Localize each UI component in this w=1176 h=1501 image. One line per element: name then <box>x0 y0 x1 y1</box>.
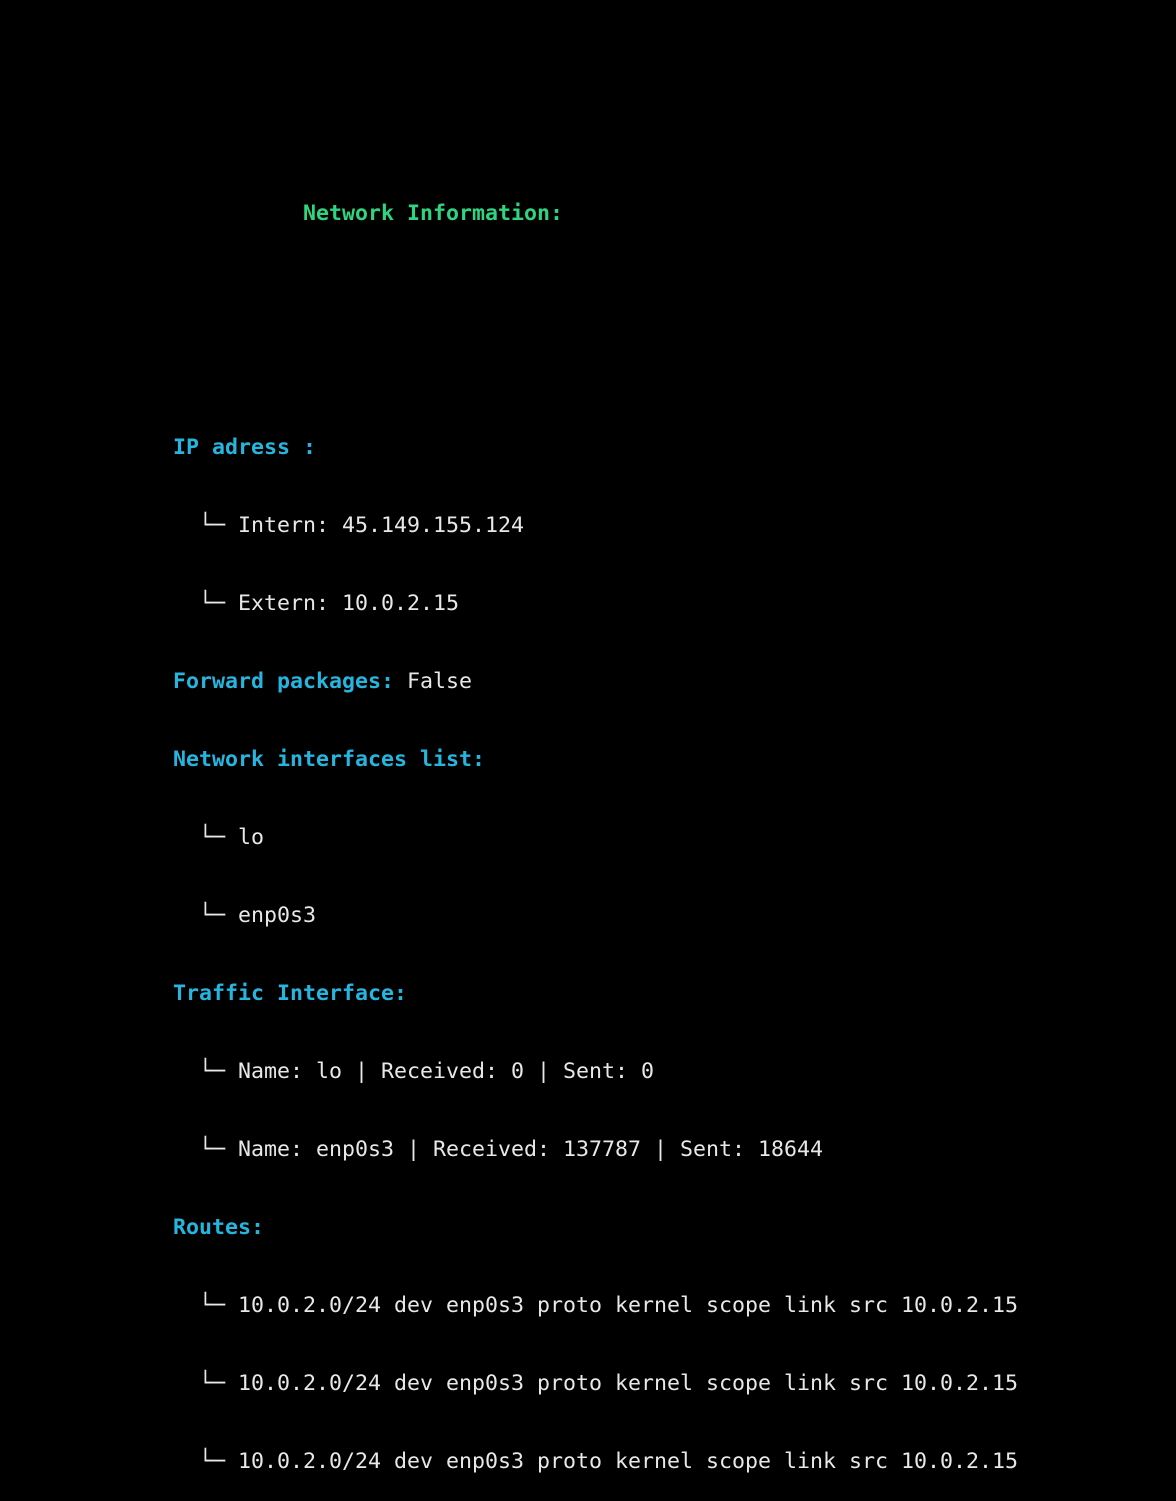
ip-extern: Extern: 10.0.2.15 <box>238 591 460 616</box>
forward-value: False <box>407 669 473 694</box>
tree-branch-icon: └─ <box>173 1293 239 1318</box>
tree-item: └─ lo <box>173 825 1018 851</box>
network-info-title: Network Information: <box>303 201 564 226</box>
route-item: 10.0.2.0/24 dev enp0s3 proto kernel scop… <box>238 1449 1019 1474</box>
tree-item: └─ 10.0.2.0/24 dev enp0s3 proto kernel s… <box>173 1371 1018 1397</box>
tree-branch-icon: └─ <box>173 825 239 850</box>
interface-item: lo <box>238 825 265 850</box>
ip-address-label: IP adress : <box>173 435 317 460</box>
tree-item: └─ Name: enp0s3 | Received: 137787 | Sen… <box>173 1137 1018 1163</box>
route-item: 10.0.2.0/24 dev enp0s3 proto kernel scop… <box>238 1371 1019 1396</box>
tree-item: └─ Name: lo | Received: 0 | Sent: 0 <box>173 1059 1018 1085</box>
tree-branch-icon: └─ <box>173 513 239 538</box>
routes-label: Routes: <box>173 1215 265 1240</box>
tree-item: └─ enp0s3 <box>173 903 1018 929</box>
forward-line: Forward packages: False <box>173 669 1018 695</box>
tree-branch-icon: └─ <box>173 591 239 616</box>
tree-item: └─ 10.0.2.0/24 dev enp0s3 proto kernel s… <box>173 1293 1018 1319</box>
route-item: 10.0.2.0/24 dev enp0s3 proto kernel scop… <box>238 1293 1019 1318</box>
tree-item: └─ Intern: 45.149.155.124 <box>173 513 1018 539</box>
tree-branch-icon: └─ <box>173 1371 239 1396</box>
ip-intern: Intern: 45.149.155.124 <box>238 513 525 538</box>
title-line: Network Information: <box>173 201 1018 227</box>
interface-item: enp0s3 <box>238 903 317 928</box>
traffic-label: Traffic Interface: <box>173 981 408 1006</box>
tree-branch-icon: └─ <box>173 903 239 928</box>
terminal-output: Network Information: IP adress : └─ Inte… <box>173 149 1018 1501</box>
tree-item: └─ Extern: 10.0.2.15 <box>173 591 1018 617</box>
tree-branch-icon: └─ <box>173 1137 239 1162</box>
tree-branch-icon: └─ <box>173 1059 239 1084</box>
interfaces-label: Network interfaces list: <box>173 747 486 772</box>
tree-item: └─ 10.0.2.0/24 dev enp0s3 proto kernel s… <box>173 1449 1018 1475</box>
traffic-item: Name: enp0s3 | Received: 137787 | Sent: … <box>238 1137 824 1162</box>
forward-label: Forward packages: <box>173 669 395 694</box>
traffic-item: Name: lo | Received: 0 | Sent: 0 <box>238 1059 655 1084</box>
tree-branch-icon: └─ <box>173 1449 239 1474</box>
